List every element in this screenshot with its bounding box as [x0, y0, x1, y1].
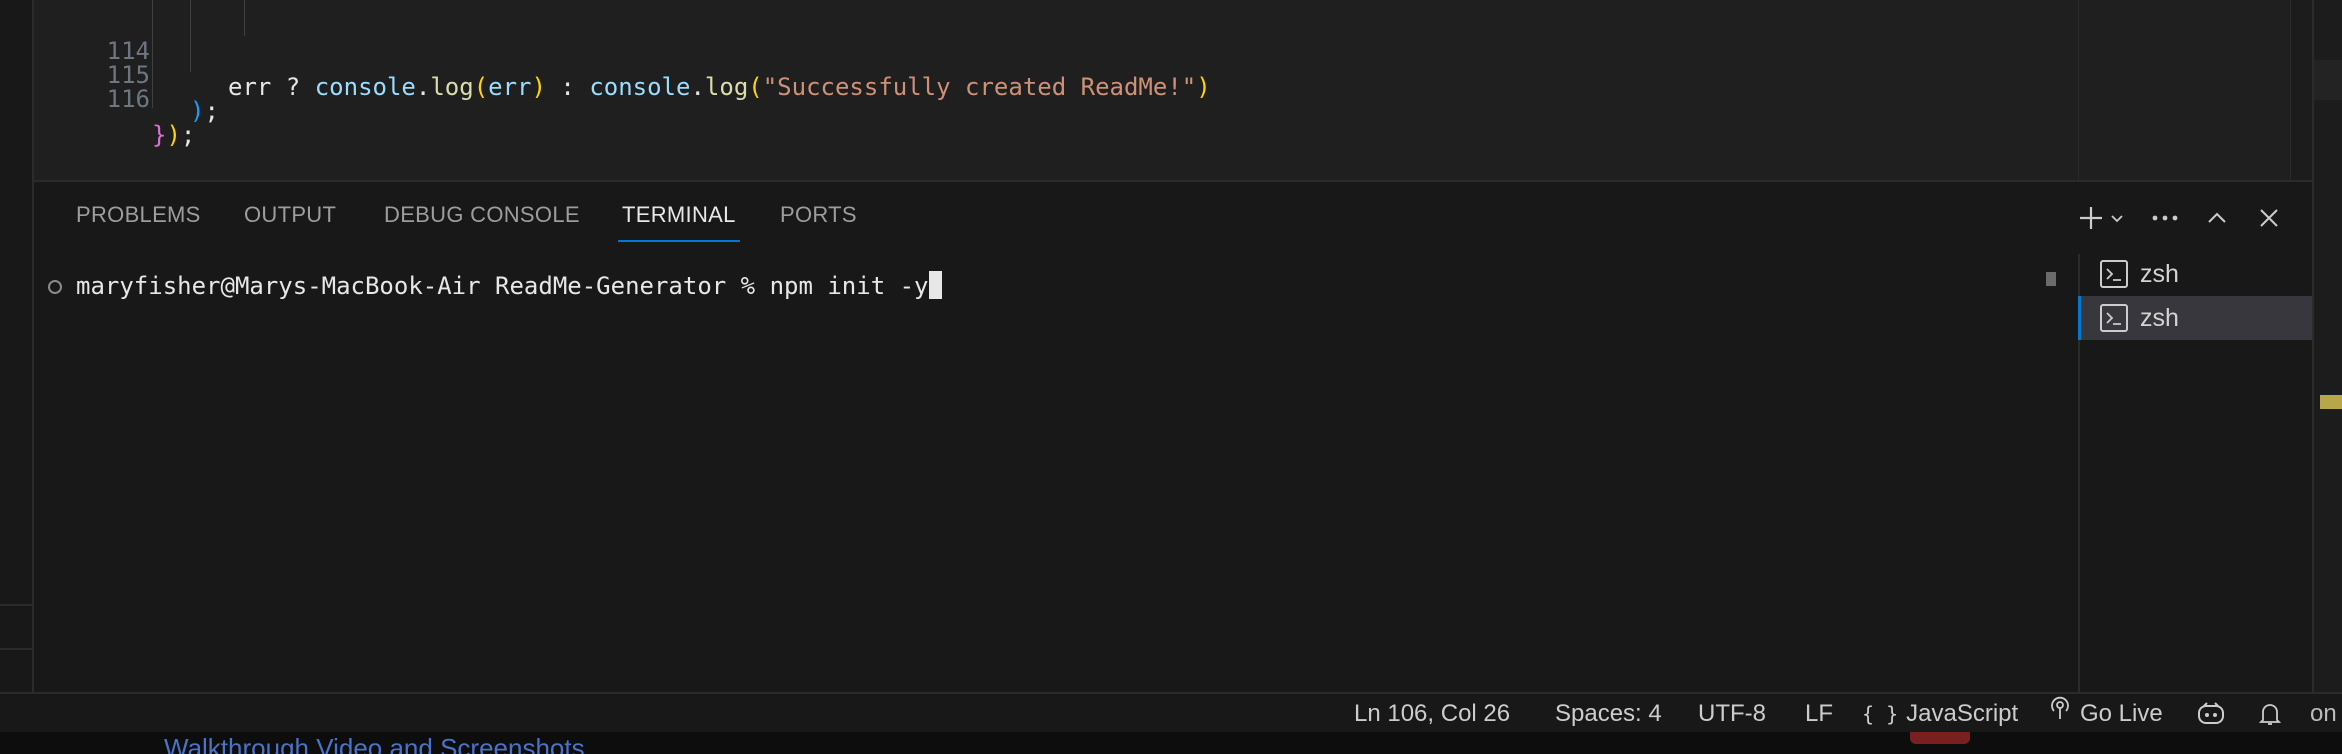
terminal-prompt-line: maryfisher@Marys-MacBook-Air ReadMe-Gene… [76, 268, 942, 304]
background-window-link: Walkthrough Video and Screenshots [164, 733, 585, 754]
status-overflow-text: on [2310, 700, 2337, 727]
copilot-icon[interactable] [2196, 694, 2226, 734]
terminal-cursor [928, 271, 942, 299]
terminal-session-item[interactable]: zsh [2078, 296, 2312, 340]
bottom-panel: PROBLEMS OUTPUT DEBUG CONSOLE TERMINAL P… [34, 180, 2312, 694]
terminal-session-label: zsh [2140, 259, 2179, 288]
terminal-session-label: zsh [2140, 303, 2179, 332]
terminal-scrollbar[interactable] [2046, 272, 2056, 286]
code-token: ) [166, 121, 181, 149]
braces-icon: { } [1862, 702, 1899, 726]
code-line: 116 }); [34, 45, 2034, 149]
terminal-icon [2100, 260, 2128, 288]
background-window: Walkthrough Video and Screenshots [0, 732, 2342, 754]
line-number: 116 [106, 85, 150, 113]
code-token: } [152, 121, 167, 149]
go-live-button[interactable]: Go Live [2048, 694, 2163, 734]
tab-debug-console[interactable]: DEBUG CONSOLE [384, 202, 580, 242]
code-editor[interactable]: 114 err ? console.log(err) : console.log… [34, 0, 2312, 180]
end-of-line-setting[interactable]: LF [1805, 694, 1833, 734]
code-token: ; [204, 97, 219, 125]
activity-bar [0, 0, 34, 692]
code-token: ; [180, 121, 196, 149]
terminal-output[interactable]: maryfisher@Marys-MacBook-Air ReadMe-Gene… [34, 262, 2054, 682]
status-bar: Ln 106, Col 26 Spaces: 4 UTF-8 LF { } Ja… [0, 692, 2342, 732]
panel-actions [2076, 200, 2284, 236]
activity-bar-item[interactable] [0, 604, 34, 650]
background-window-badge [1910, 732, 1970, 744]
chevron-up-icon[interactable] [2202, 200, 2232, 236]
terminal-session-item[interactable]: zsh [2078, 252, 2312, 296]
encoding-setting[interactable]: UTF-8 [1698, 694, 1766, 734]
code-text: }); [152, 117, 195, 153]
tab-terminal[interactable]: TERMINAL [618, 202, 740, 242]
indentation-setting[interactable]: Spaces: 4 [1555, 694, 1662, 734]
plus-icon[interactable] [2076, 200, 2106, 236]
overview-ruler[interactable] [2312, 0, 2342, 692]
terminal-icon [2100, 304, 2128, 332]
language-mode[interactable]: { } JavaScript [1862, 694, 2018, 734]
tab-output[interactable]: OUTPUT [244, 202, 336, 242]
tab-problems[interactable]: PROBLEMS [76, 202, 201, 242]
editor-scrollbar[interactable] [2290, 0, 2312, 180]
go-live-label: Go Live [2080, 700, 2163, 727]
tab-ports[interactable]: PORTS [780, 202, 857, 242]
broadcast-icon [2048, 694, 2072, 734]
more-icon[interactable] [2150, 200, 2180, 236]
chevron-down-icon[interactable] [2106, 200, 2128, 236]
terminal-command-text: maryfisher@Marys-MacBook-Air ReadMe-Gene… [76, 272, 929, 300]
minimap-border [2078, 0, 2079, 180]
scrollbar-thumb[interactable] [2314, 60, 2342, 100]
language-label: JavaScript [1906, 700, 2019, 727]
panel-tabs: PROBLEMS OUTPUT DEBUG CONSOLE TERMINAL P… [34, 182, 2312, 244]
cursor-position[interactable]: Ln 106, Col 26 [1354, 694, 1510, 734]
command-status-icon[interactable] [48, 280, 62, 294]
bell-icon[interactable] [2258, 694, 2282, 734]
close-icon[interactable] [2254, 200, 2284, 236]
search-highlight-marker [2320, 395, 2342, 409]
terminal-sessions-list: zsh zsh [2078, 252, 2312, 340]
